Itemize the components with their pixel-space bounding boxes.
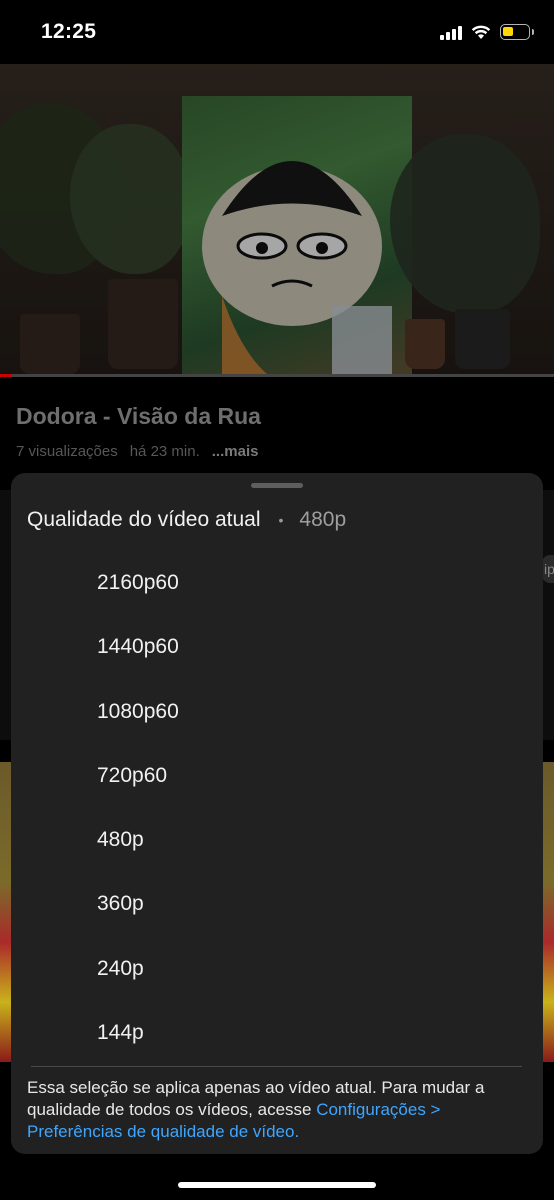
video-progress-fill bbox=[0, 374, 12, 377]
home-indicator[interactable] bbox=[178, 1182, 376, 1188]
status-icons bbox=[440, 24, 534, 40]
status-bar: 12:25 bbox=[0, 0, 554, 64]
quality-option[interactable]: 1440p60 bbox=[11, 615, 543, 679]
quality-header-label: Qualidade do vídeo atual bbox=[27, 508, 261, 531]
video-meta: 7 visualizações há 23 min. ...mais bbox=[16, 443, 258, 460]
quality-option[interactable]: 1080p60 bbox=[11, 680, 543, 744]
battery-fill bbox=[503, 27, 514, 36]
quality-option[interactable]: 2160p60 bbox=[11, 551, 543, 615]
quality-sheet: Qualidade do vídeo atual • 480p 2160p60 … bbox=[11, 473, 543, 1154]
cellular-signal-icon bbox=[440, 25, 462, 40]
quality-option[interactable]: 240p bbox=[11, 937, 543, 1001]
quality-option[interactable]: 144p bbox=[11, 1001, 543, 1065]
video-progress-bar[interactable] bbox=[0, 374, 554, 377]
quality-option[interactable]: 720p60 bbox=[11, 744, 543, 808]
upload-age: há 23 min. bbox=[129, 443, 200, 460]
status-time: 12:25 bbox=[41, 20, 97, 43]
quality-option[interactable]: 360p bbox=[11, 872, 543, 936]
sheet-divider bbox=[31, 1066, 522, 1067]
view-count: 7 visualizações bbox=[16, 443, 118, 460]
video-title: Dodora - Visão da Rua bbox=[16, 403, 261, 429]
background-thumbnail-right bbox=[542, 762, 554, 1062]
current-quality: 480p bbox=[299, 508, 347, 531]
wifi-icon bbox=[471, 25, 491, 39]
quality-option[interactable]: 480p bbox=[11, 808, 543, 872]
quality-options-list: 2160p60 1440p60 1080p60 720p60 480p 360p… bbox=[11, 551, 543, 1065]
more-button[interactable]: ...mais bbox=[212, 443, 259, 460]
sheet-drag-handle[interactable] bbox=[251, 483, 303, 488]
battery-icon bbox=[500, 24, 534, 40]
sheet-footer: Essa seleção se aplica apenas ao vídeo a… bbox=[27, 1077, 527, 1143]
header-separator: • bbox=[278, 512, 284, 528]
video-player[interactable] bbox=[0, 64, 554, 376]
background-chip: ip bbox=[542, 555, 554, 583]
sheet-header: Qualidade do vídeo atual • 480p bbox=[27, 508, 346, 532]
